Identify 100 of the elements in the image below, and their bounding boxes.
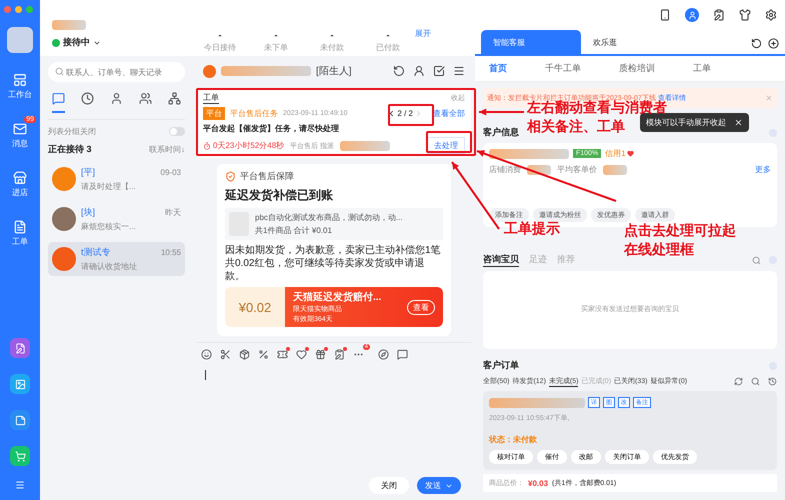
annotation-text: 左右翻动查看与消费者: [527, 99, 667, 117]
product-summary: 共1件商品 合计 ¥0.01: [255, 225, 333, 236]
coupon-amount: ¥0.02: [225, 287, 285, 327]
annotation-text: 相关备注、工单: [527, 116, 625, 136]
send-button[interactable]: 发送: [417, 477, 461, 494]
section-title: 客户订单: [483, 359, 519, 372]
group-toggle[interactable]: [169, 127, 185, 136]
history-icon[interactable]: [768, 377, 777, 386]
compass-icon[interactable]: [378, 349, 389, 360]
box-icon[interactable]: [239, 349, 250, 360]
cart-app-icon[interactable]: [10, 446, 30, 466]
view-button[interactable]: 查看: [407, 300, 435, 314]
search-icon[interactable]: [752, 256, 761, 264]
consult-tab[interactable]: 推荐: [557, 253, 575, 267]
minimize-dot[interactable]: [15, 6, 22, 13]
task-type: 平台售后任务: [230, 108, 278, 119]
contact-name: t测试专: [81, 246, 111, 259]
panel-tab[interactable]: 欢乐逛: [581, 30, 681, 54]
ticket-icon[interactable]: [277, 349, 288, 360]
tooltip-text: 模块可以手动展开收起: [646, 117, 726, 128]
refresh-icon[interactable]: [751, 38, 762, 49]
message-preview: 请及时处理【...: [81, 181, 137, 192]
close-dot[interactable]: [4, 6, 11, 13]
contact-item[interactable]: [块] 昨天 麻烦您核实一...: [48, 202, 185, 236]
search-icon: [55, 67, 64, 76]
sub-tab[interactable]: 质检培训: [619, 62, 655, 75]
toggle-label: 列表分组关闭: [48, 126, 96, 137]
task-message: 平台发起【催发货】任务，请尽快处理: [203, 123, 340, 134]
user-icon[interactable]: [413, 65, 425, 77]
order-status: 状态：未付款: [489, 434, 538, 445]
blurred-shop-name: [52, 20, 86, 30]
maximize-dot[interactable]: [26, 6, 33, 13]
stat-label: 今日接待: [204, 42, 236, 53]
sub-tab[interactable]: 首页: [489, 62, 507, 75]
contact-name: [平]: [81, 166, 96, 179]
more-link[interactable]: 更多: [755, 164, 771, 175]
stat-label: 未付款: [320, 42, 344, 53]
emoji-icon[interactable]: [201, 349, 212, 360]
sub-tab[interactable]: 千牛工单: [545, 62, 581, 75]
settings-icon[interactable]: [765, 9, 777, 21]
stat-value: -: [386, 30, 390, 40]
menu-icon[interactable]: [15, 480, 25, 490]
document-icon: [13, 220, 27, 234]
image-app-icon[interactable]: [10, 374, 30, 394]
chat-icon[interactable]: [397, 349, 408, 360]
pager[interactable]: 2 / 2: [387, 109, 423, 118]
contact-name: [块]: [81, 206, 96, 219]
work-order-tab[interactable]: 工单: [203, 92, 219, 104]
sidebar-item[interactable]: 工单: [4, 214, 36, 247]
contact-time: 10:55: [160, 248, 181, 257]
contact-time: 昨天: [165, 207, 181, 218]
expand-link[interactable]: 展开: [415, 28, 431, 39]
panel-tab[interactable]: 智能客服: [481, 30, 581, 54]
message-text: 因未如期发货，为表歉意，卖家已主动补偿您1笔共0.02红包，您可继续等待卖家发货或申请退款。: [225, 244, 442, 283]
section-title: 正在接待 3: [48, 143, 92, 156]
close-button[interactable]: 关闭: [369, 477, 409, 494]
heart-icon: [626, 150, 634, 157]
stat-value: -: [274, 30, 278, 40]
view-all-link[interactable]: 查看全部: [433, 108, 465, 119]
clipboard-icon[interactable]: [334, 349, 345, 360]
scissors-icon[interactable]: [220, 349, 231, 360]
card-source: 平台售后保障: [240, 170, 294, 183]
refresh-icon[interactable]: [393, 65, 405, 77]
sub-tab[interactable]: 工单: [693, 62, 711, 75]
store-icon: [13, 171, 27, 185]
document-app-icon[interactable]: [10, 410, 30, 430]
product-title: pbc自动化测试发布商品，测试勿动，动...: [255, 212, 403, 223]
avatar-placeholder[interactable]: [7, 27, 33, 53]
timer-icon: [203, 142, 211, 150]
shirt-icon[interactable]: [739, 9, 751, 21]
consult-tab[interactable]: 咨询宝贝: [483, 253, 519, 267]
status-selector[interactable]: 接待中: [52, 36, 193, 49]
note-app-icon[interactable]: [10, 338, 30, 358]
credit-tag: 信用1: [605, 148, 634, 159]
service-icon[interactable]: [685, 8, 699, 22]
blurred-assignee: [340, 140, 390, 150]
chat-tab[interactable]: [52, 92, 65, 113]
checkbox-icon[interactable]: [433, 65, 445, 77]
stat-label: 已付款: [376, 42, 400, 53]
shop-icon: [203, 64, 216, 78]
chat-title: [陌生人]: [316, 64, 352, 78]
phone-icon[interactable]: [659, 9, 671, 21]
sidebar-item[interactable]: 进店: [4, 165, 36, 198]
contact-item[interactable]: t测试专 10:55 请确认收货地址: [48, 242, 185, 276]
contact-item[interactable]: [平] 09-03 请及时处理【...: [48, 162, 185, 196]
heart-icon[interactable]: [296, 349, 307, 360]
sort-selector[interactable]: 联系时间↓: [149, 144, 185, 155]
sidebar-item[interactable]: 工作台: [0, 67, 40, 100]
message-preview: 麻烦您核实一...: [81, 221, 137, 232]
menu-icon[interactable]: [453, 65, 465, 77]
add-icon[interactable]: [768, 38, 779, 49]
clipboard-icon[interactable]: [713, 9, 725, 21]
countdown: 0天23小时52分48秒: [203, 140, 284, 151]
text-cursor: [205, 370, 206, 380]
gift-icon[interactable]: [315, 349, 326, 360]
search-icon[interactable]: [751, 377, 760, 386]
stat-label: 未下单: [264, 42, 288, 53]
annotation-text: 在线处理框: [624, 240, 694, 259]
percent-icon[interactable]: [258, 349, 269, 360]
search-field[interactable]: 联系人、订单号、聊天记录: [48, 62, 185, 82]
